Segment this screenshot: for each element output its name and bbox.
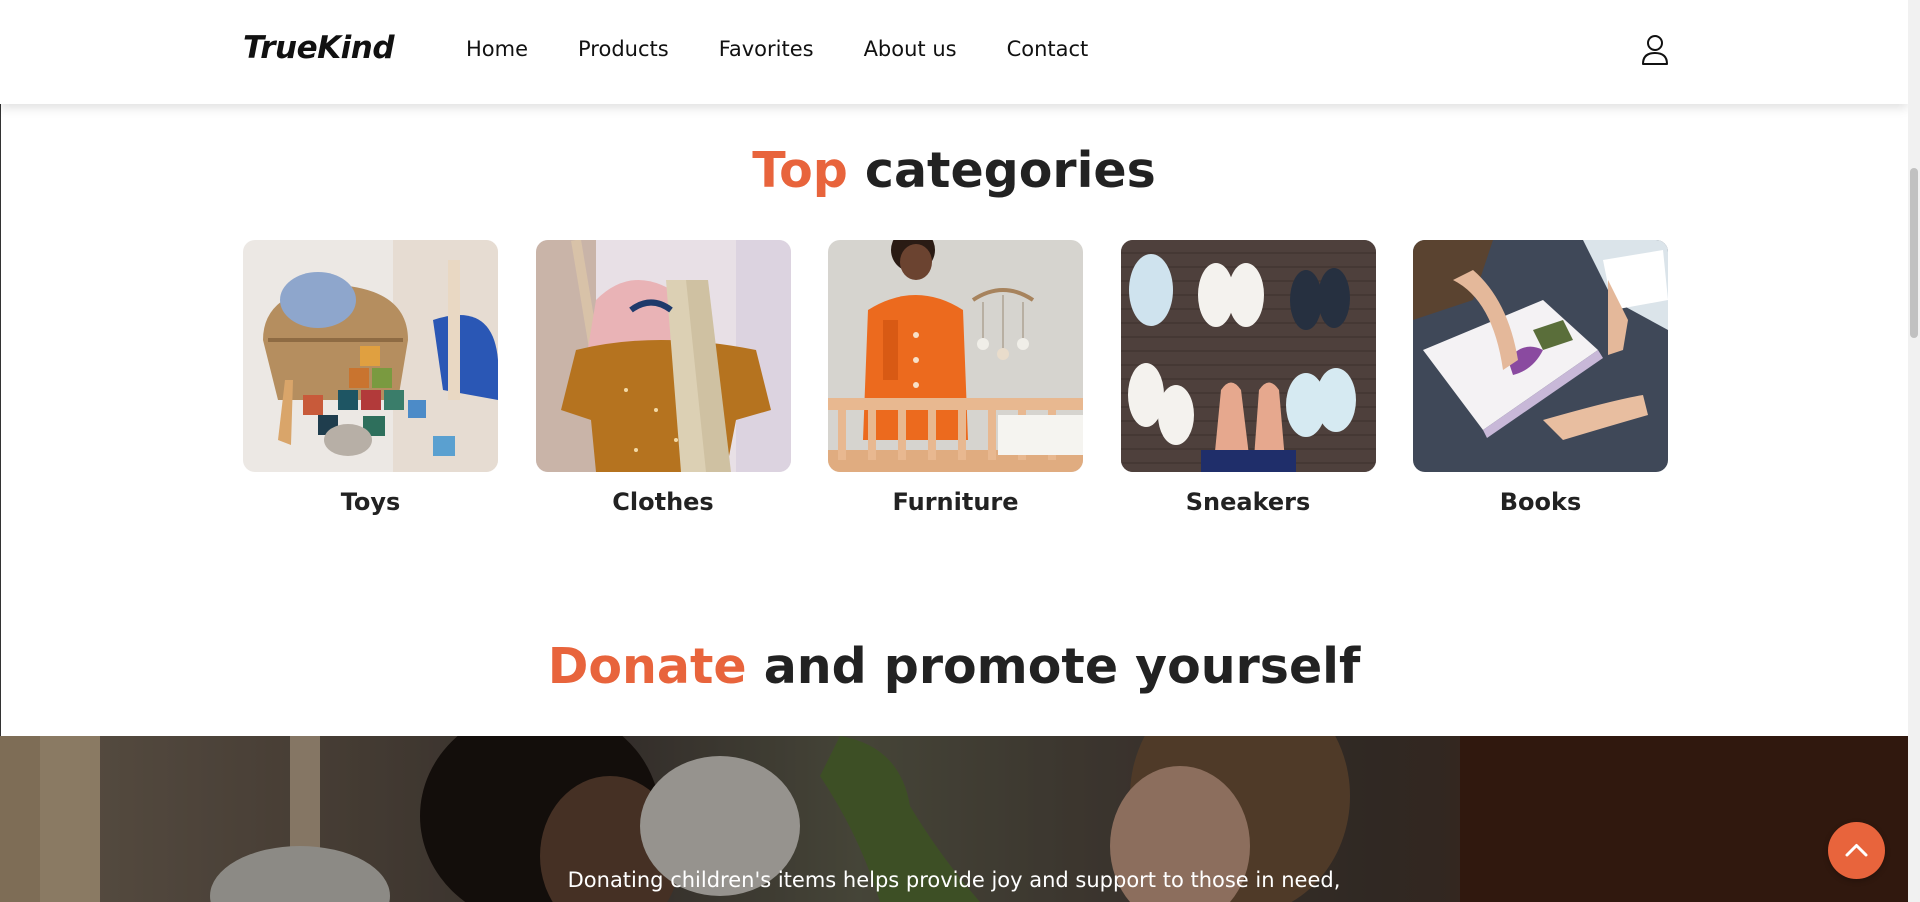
category-card-sneakers[interactable]: Sneakers bbox=[1120, 240, 1376, 516]
chevron-up-icon bbox=[1845, 844, 1868, 857]
category-label[interactable]: Toys bbox=[243, 488, 498, 516]
site-header: TrueKind Home Products Favorites About u… bbox=[0, 0, 1908, 104]
books-image[interactable] bbox=[1413, 240, 1668, 472]
clothes-image[interactable] bbox=[535, 240, 791, 472]
donate-banner: Donating children's items helps provide … bbox=[0, 736, 1908, 902]
title-accent: Donate bbox=[547, 638, 747, 695]
category-label[interactable]: Clothes bbox=[536, 488, 791, 516]
user-icon[interactable] bbox=[1640, 34, 1670, 66]
nav-favorites[interactable]: Favorites bbox=[719, 37, 814, 61]
sneakers-image[interactable] bbox=[1120, 240, 1376, 472]
nav-products[interactable]: Products bbox=[578, 37, 669, 61]
banner-text: Donating children's items helps provide … bbox=[567, 868, 1341, 892]
category-card-books[interactable]: Books bbox=[1413, 240, 1668, 516]
title-accent: Top bbox=[752, 142, 848, 199]
donate-title: Donate and promote yourself bbox=[0, 638, 1908, 695]
category-label[interactable]: Furniture bbox=[828, 488, 1083, 516]
toys-image[interactable] bbox=[243, 240, 498, 472]
furniture-image[interactable] bbox=[828, 240, 1083, 472]
logo[interactable]: TrueKind bbox=[243, 30, 395, 66]
category-card-toys[interactable]: Toys bbox=[243, 240, 498, 516]
scrollbar[interactable] bbox=[1908, 0, 1920, 902]
title-rest: and promote yourself bbox=[746, 638, 1361, 695]
category-label[interactable]: Books bbox=[1413, 488, 1668, 516]
category-card-clothes[interactable]: Clothes bbox=[535, 240, 791, 516]
category-list: Toys Clothes Furniture Sneakers Books bbox=[243, 240, 1668, 516]
nav-home[interactable]: Home bbox=[466, 37, 528, 61]
nav-about-us[interactable]: About us bbox=[864, 37, 957, 61]
page: TrueKind Home Products Favorites About u… bbox=[0, 0, 1920, 902]
main-nav: Home Products Favorites About us Contact bbox=[466, 37, 1138, 61]
top-categories-title: Top categories bbox=[0, 142, 1908, 199]
title-rest: categories bbox=[847, 142, 1156, 199]
nav-contact[interactable]: Contact bbox=[1007, 37, 1089, 61]
category-card-furniture[interactable]: Furniture bbox=[828, 240, 1083, 516]
scroll-to-top-button[interactable] bbox=[1828, 822, 1885, 879]
scrollbar-thumb[interactable] bbox=[1910, 168, 1918, 338]
category-label[interactable]: Sneakers bbox=[1121, 488, 1376, 516]
